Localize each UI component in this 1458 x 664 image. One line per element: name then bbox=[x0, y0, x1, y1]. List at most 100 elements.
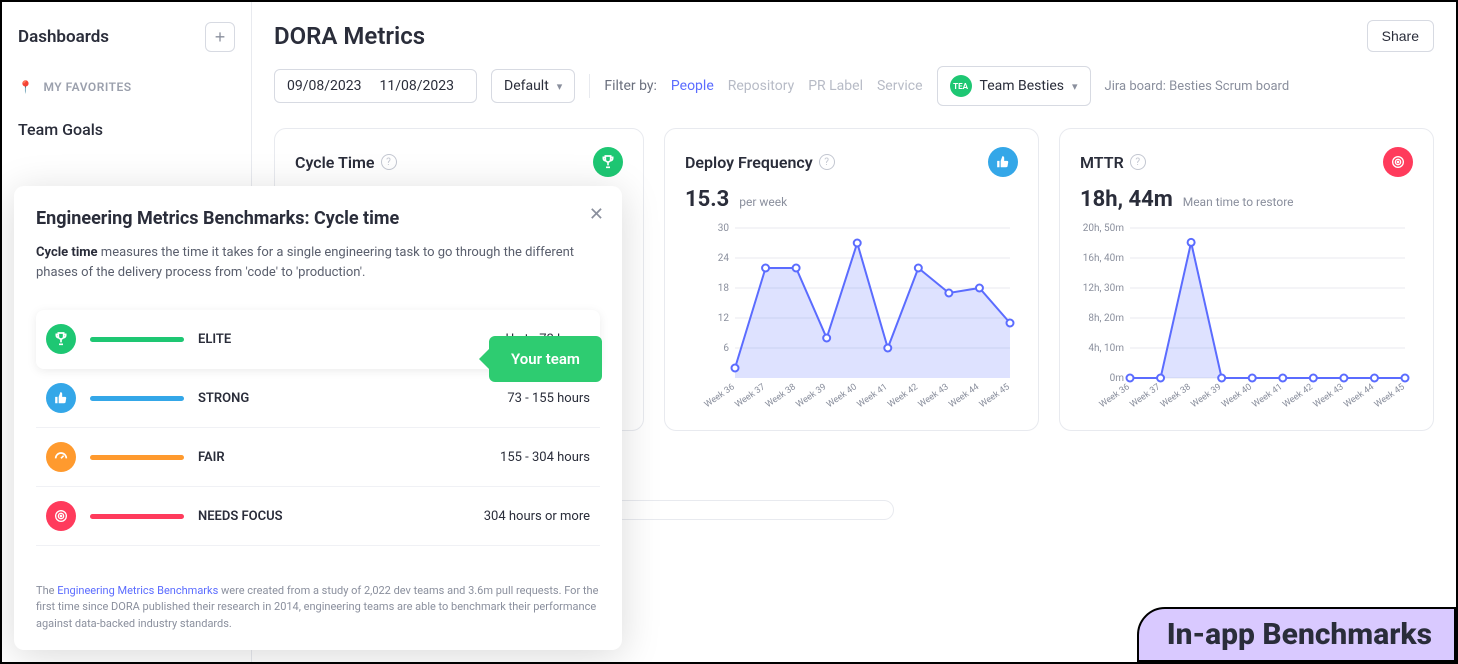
svg-text:30: 30 bbox=[718, 223, 730, 234]
your-team-badge: Your team bbox=[489, 336, 602, 382]
svg-text:16h, 40m: 16h, 40m bbox=[1083, 253, 1124, 264]
close-icon[interactable]: ✕ bbox=[589, 204, 604, 225]
jira-board-label: Jira board: Besties Scrum board bbox=[1105, 79, 1290, 94]
svg-text:Week 42: Week 42 bbox=[886, 382, 920, 410]
svg-text:Week 38: Week 38 bbox=[764, 382, 798, 410]
favorites-label: MY FAVORITES bbox=[43, 80, 131, 94]
desc-rest: measures the time it takes for a single … bbox=[36, 245, 574, 280]
benchmark-row-fair[interactable]: FAIR 155 - 304 hours bbox=[36, 428, 600, 487]
svg-text:Week 44: Week 44 bbox=[1342, 382, 1376, 410]
team-name: Team Besties bbox=[980, 78, 1064, 94]
divider bbox=[589, 74, 590, 98]
svg-text:Week 43: Week 43 bbox=[917, 382, 951, 410]
promo-banner: In-app Benchmarks bbox=[1137, 607, 1456, 662]
svg-text:20h, 50m: 20h, 50m bbox=[1083, 223, 1124, 234]
filter-repository[interactable]: Repository bbox=[728, 78, 794, 94]
card-title: MTTR bbox=[1080, 153, 1124, 172]
svg-text:4h, 10m: 4h, 10m bbox=[1088, 343, 1124, 354]
benchmark-row-focus[interactable]: NEEDS FOCUS 304 hours or more bbox=[36, 487, 600, 546]
svg-text:Week 44: Week 44 bbox=[947, 382, 981, 410]
help-icon[interactable]: ? bbox=[1130, 154, 1146, 170]
benchmark-label: STRONG bbox=[198, 391, 308, 406]
svg-text:24: 24 bbox=[718, 253, 730, 264]
gauge-icon bbox=[46, 442, 76, 472]
svg-text:Week 38: Week 38 bbox=[1159, 382, 1193, 410]
svg-text:12: 12 bbox=[718, 313, 730, 324]
filter-pr-label[interactable]: PR Label bbox=[808, 78, 863, 94]
svg-text:Week 40: Week 40 bbox=[825, 382, 859, 410]
card-title: Deploy Frequency bbox=[685, 153, 813, 172]
svg-text:Week 37: Week 37 bbox=[733, 382, 767, 410]
svg-text:Week 45: Week 45 bbox=[978, 382, 1012, 410]
page-title: DORA Metrics bbox=[274, 22, 425, 50]
benchmark-label: NEEDS FOCUS bbox=[198, 509, 308, 524]
svg-text:Week 42: Week 42 bbox=[1281, 382, 1315, 410]
svg-text:12h, 30m: 12h, 30m bbox=[1083, 283, 1124, 294]
view-select[interactable]: Default ▾ bbox=[491, 69, 575, 103]
metric-value: 18h, 44m bbox=[1080, 187, 1173, 212]
date-from: 09/08/2023 bbox=[287, 78, 362, 94]
view-select-label: Default bbox=[504, 78, 549, 94]
metric-unit: per week bbox=[739, 195, 787, 209]
deploy-chart: 612182430Week 36Week 37Week 38Week 39Wee… bbox=[685, 222, 1018, 416]
chevron-down-icon: ▾ bbox=[557, 80, 563, 93]
pin-icon: 📍 bbox=[18, 80, 33, 94]
desc-bold: Cycle time bbox=[36, 245, 98, 260]
modal-description: Cycle time measures the time it takes fo… bbox=[36, 243, 600, 282]
card-deploy-frequency[interactable]: Deploy Frequency ? 15.3 per week 6 12 18 24… bbox=[664, 128, 1039, 431]
sidebar-item-team-goals[interactable]: Team Goals bbox=[18, 120, 235, 139]
card-title: Cycle Time bbox=[295, 153, 375, 172]
benchmark-label: FAIR bbox=[198, 450, 308, 465]
svg-text:6: 6 bbox=[723, 343, 729, 354]
benchmark-label: ELITE bbox=[198, 332, 308, 347]
team-select[interactable]: TEA Team Besties ▾ bbox=[937, 66, 1091, 106]
share-button[interactable]: Share bbox=[1367, 20, 1434, 52]
filter-service[interactable]: Service bbox=[877, 78, 923, 94]
help-icon[interactable]: ? bbox=[381, 154, 397, 170]
help-icon[interactable]: ? bbox=[819, 154, 835, 170]
svg-text:Week 43: Week 43 bbox=[1312, 382, 1346, 410]
filter-people[interactable]: People bbox=[671, 78, 714, 94]
date-range-picker[interactable]: 09/08/2023 11/08/2023 bbox=[274, 69, 477, 103]
add-dashboard-button[interactable]: + bbox=[205, 22, 235, 52]
modal-footnote: The Engineering Metrics Benchmarks were … bbox=[36, 583, 600, 633]
svg-text:Week 36: Week 36 bbox=[1098, 382, 1132, 410]
benchmark-bar bbox=[90, 337, 184, 342]
modal-title: Engineering Metrics Benchmarks: Cycle ti… bbox=[36, 208, 600, 229]
metric-unit: Mean time to restore bbox=[1183, 195, 1294, 209]
svg-text:Week 41: Week 41 bbox=[856, 382, 890, 410]
benchmark-range: 155 - 304 hours bbox=[500, 450, 590, 465]
target-icon bbox=[1383, 147, 1413, 177]
benchmark-range: 73 - 155 hours bbox=[507, 391, 590, 406]
svg-text:Week 39: Week 39 bbox=[1190, 382, 1224, 410]
trophy-icon bbox=[46, 324, 76, 354]
card-mttr[interactable]: MTTR ? 18h, 44m Mean time to restore 0m 4… bbox=[1059, 128, 1434, 431]
svg-text:Week 45: Week 45 bbox=[1373, 382, 1407, 410]
svg-text:0m: 0m bbox=[1110, 373, 1125, 384]
svg-text:Week 40: Week 40 bbox=[1220, 382, 1254, 410]
sidebar-title: Dashboards bbox=[18, 27, 109, 47]
svg-text:Week 37: Week 37 bbox=[1128, 382, 1162, 410]
svg-text:18: 18 bbox=[718, 283, 730, 294]
thumbs-up-icon bbox=[46, 383, 76, 413]
date-to: 11/08/2023 bbox=[380, 78, 455, 94]
svg-text:Week 39: Week 39 bbox=[795, 382, 829, 410]
benchmark-bar bbox=[90, 514, 184, 519]
trophy-icon bbox=[593, 147, 623, 177]
target-icon bbox=[46, 501, 76, 531]
benchmark-range: 304 hours or more bbox=[484, 509, 590, 524]
svg-text:Week 36: Week 36 bbox=[703, 382, 737, 410]
metric-value: 15.3 bbox=[685, 187, 729, 212]
benchmarks-modal: ✕ Engineering Metrics Benchmarks: Cycle … bbox=[14, 186, 622, 650]
benchmark-bar bbox=[90, 455, 184, 460]
favorites-header: 📍 MY FAVORITES bbox=[18, 80, 235, 94]
mttr-chart: 0m 4h, 10m 8h, 20m 12h, 30m 16h, 40m 20h, 50m… bbox=[1080, 222, 1413, 416]
filter-by-label: Filter by: bbox=[604, 78, 657, 94]
svg-text:Week 41: Week 41 bbox=[1251, 382, 1285, 410]
svg-text:8h, 20m: 8h, 20m bbox=[1088, 313, 1124, 324]
benchmarks-link[interactable]: Engineering Metrics Benchmarks bbox=[57, 584, 218, 597]
team-badge: TEA bbox=[950, 75, 972, 97]
chevron-down-icon: ▾ bbox=[1072, 80, 1078, 93]
thumbs-up-icon bbox=[988, 147, 1018, 177]
benchmark-bar bbox=[90, 396, 184, 401]
